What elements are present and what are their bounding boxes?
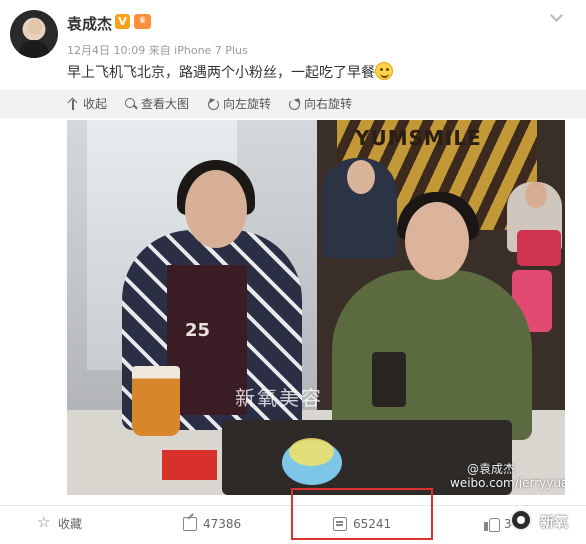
author-name[interactable]: 袁成杰 (67, 13, 112, 34)
zoom-icon (125, 98, 137, 110)
photo-mural-text: YUMSMILE (355, 126, 482, 150)
brand-corner: 新氧 (510, 509, 586, 535)
avatar[interactable] (10, 10, 58, 58)
post-photo[interactable]: YUMSMILE 25 新氧美容 @袁成杰 weibo.com/jerryyua… (67, 120, 565, 495)
verified-badge: V (115, 14, 130, 29)
weibo-url-watermark: weibo.com/jerryyuanji (450, 476, 565, 490)
rotate-left-button[interactable]: 向左旋转 (207, 96, 271, 112)
brand-logo-icon (510, 509, 532, 531)
rotate-left-icon (207, 98, 219, 110)
photo-girl-left-face (185, 170, 247, 248)
media-toolbar: 收起 查看大图 向左旋转 向右旋转 (0, 90, 586, 118)
star-icon (37, 514, 52, 531)
view-large-label: 查看大图 (141, 97, 190, 111)
post-header: 袁成杰 V ♛ 12月4日 10:09 来自 iPhone 7 Plus 早上飞… (0, 0, 586, 95)
view-large-button[interactable]: 查看大图 (125, 96, 189, 112)
collapse-button[interactable]: 收起 (67, 96, 107, 112)
comment-highlight-box (291, 488, 433, 540)
collapse-label: 收起 (83, 97, 108, 111)
photo-girl-right-jacket (332, 270, 532, 440)
post-text-content: 早上飞机飞北京，路遇两个小粉丝，一起吃了早餐 (67, 65, 375, 81)
smile-emoji-icon (375, 62, 393, 80)
thumbs-up-icon (484, 517, 500, 532)
photo-cup-right (372, 352, 406, 407)
photo-fries-box (162, 450, 217, 480)
chevron-down-icon[interactable] (550, 10, 564, 24)
photo-watermark: 新氧美容 (235, 386, 323, 410)
photo-food-lid (289, 438, 334, 466)
rotate-right-label: 向右旋转 (304, 97, 353, 111)
photo-luggage-top (517, 230, 561, 266)
weibo-watermark: @袁成杰 (467, 462, 516, 476)
favorite-label: 收藏 (58, 517, 83, 531)
rotate-right-icon (288, 98, 300, 110)
post-meta: 12月4日 10:09 来自 iPhone 7 Plus (67, 44, 248, 57)
brand-label: 新氧 (540, 515, 568, 531)
rotate-right-button[interactable]: 向右旋转 (288, 96, 352, 112)
rotate-left-label: 向左旋转 (223, 97, 272, 111)
post-text: 早上飞机飞北京，路遇两个小粉丝，一起吃了早餐 (67, 62, 393, 82)
photo-man-head (347, 160, 375, 194)
share-icon (183, 517, 197, 531)
photo-background-woman-head (525, 182, 547, 208)
repost-count: 47386 (203, 517, 242, 531)
level-badge: ♛ (134, 14, 151, 29)
photo-girl-right-face (405, 202, 469, 280)
collapse-icon (67, 98, 79, 110)
repost-button[interactable]: 47386 (183, 516, 241, 532)
photo-cup-left (132, 366, 180, 436)
favorite-button[interactable]: 收藏 (37, 514, 83, 532)
photo-shirt-text: 25 (185, 320, 211, 341)
